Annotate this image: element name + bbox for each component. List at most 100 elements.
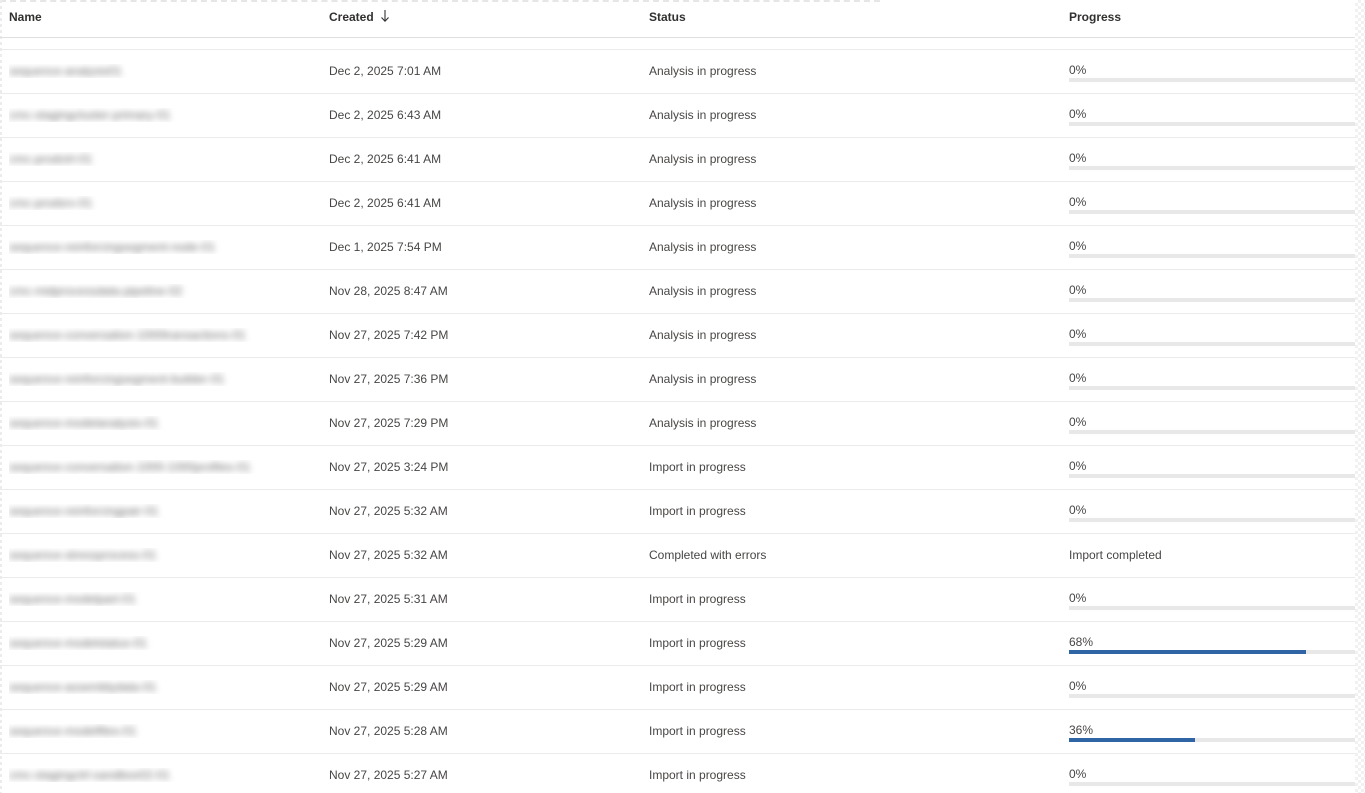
table-row[interactable]: sequence-conversation-1000transactions-0… <box>0 314 1355 358</box>
table-row[interactable]: sequence-reinforcingsegment-builder-01 No… <box>0 358 1355 402</box>
row-name-text: sequence-analysis01 <box>9 64 122 78</box>
progress-bar-track <box>1069 606 1355 610</box>
row-progress-cell: 0% <box>1069 63 1355 82</box>
table-row[interactable]: cmc-prodsrv-01 Dec 2, 2025 6:41 AM Analysi… <box>0 182 1355 226</box>
row-progress-percent: 0% <box>1069 371 1087 385</box>
row-progress-cell: 0% <box>1069 767 1355 786</box>
column-header-status[interactable]: Status <box>649 10 686 24</box>
row-progress-percent: 0% <box>1069 151 1087 165</box>
row-name-cell[interactable]: cmc-midprocessdata-pipeline-02 <box>9 284 294 298</box>
row-progress-percent: 68% <box>1069 635 1094 649</box>
table-row[interactable]: sequence-assemblydata-01 Nov 27, 2025 5:2… <box>0 666 1355 710</box>
progress-bar-track <box>1069 782 1355 786</box>
row-progress-cell: 0% <box>1069 679 1355 698</box>
row-progress-cell: 0% <box>1069 503 1355 522</box>
table-body: sequence-analysis01 Dec 2, 2025 7:01 AM An… <box>0 50 1355 793</box>
row-status-cell: Import in progress <box>649 768 746 782</box>
table-row[interactable]: cmc-stagingctrl-sandbox02-01 Nov 27, 2025… <box>0 754 1355 793</box>
row-name-text: cmc-midprocessdata-pipeline-02 <box>9 284 183 298</box>
row-progress-cell: 0% <box>1069 459 1355 478</box>
row-created-cell: Nov 27, 2025 5:32 AM <box>329 504 448 518</box>
row-status-cell: Analysis in progress <box>649 240 757 254</box>
row-progress-percent: 36% <box>1069 723 1094 737</box>
progress-bar-track <box>1069 78 1355 82</box>
row-name-cell[interactable]: sequence-modelanalysis-01 <box>9 416 294 430</box>
progress-bar-fill <box>1069 738 1195 742</box>
column-header-progress[interactable]: Progress <box>1069 10 1121 24</box>
progress-bar-track <box>1069 430 1355 434</box>
row-name-cell[interactable]: cmc-prodsrv-01 <box>9 196 294 210</box>
row-name-cell[interactable]: cmc-prodctrl-01 <box>9 152 294 166</box>
row-created-cell: Nov 27, 2025 5:29 AM <box>329 636 448 650</box>
row-progress-cell: 0% <box>1069 151 1355 170</box>
row-status-cell: Analysis in progress <box>649 372 757 386</box>
row-created-cell: Dec 2, 2025 7:01 AM <box>329 64 442 78</box>
row-name-text: sequence-conversation-1000-1000profiles-… <box>9 460 251 474</box>
row-progress-cell: 0% <box>1069 195 1355 214</box>
row-name-cell[interactable]: sequence-analysis01 <box>9 64 294 78</box>
column-header-name[interactable]: Name <box>9 10 42 24</box>
row-name-cell[interactable]: sequence-assemblydata-01 <box>9 680 294 694</box>
row-progress-percent: 0% <box>1069 679 1087 693</box>
column-header-created-label: Created <box>329 10 374 24</box>
table-row[interactable]: sequence-reinforcingsegment-node-01 Dec 1… <box>0 226 1355 270</box>
column-header-progress-label: Progress <box>1069 10 1122 24</box>
row-name-text: sequence-modelfiles-01 <box>9 724 137 738</box>
progress-bar-track <box>1069 738 1355 742</box>
row-created-cell: Nov 28, 2025 8:47 AM <box>329 284 448 298</box>
row-created-cell: Nov 27, 2025 5:32 AM <box>329 548 448 562</box>
row-progress-percent: 0% <box>1069 415 1087 429</box>
table-row[interactable]: sequence-stressprocess-01 Nov 27, 2025 5:… <box>0 534 1355 578</box>
row-name-text: sequence-conversation-1000transactions-0… <box>9 328 246 342</box>
row-progress-percent: 0% <box>1069 327 1087 341</box>
column-header-created[interactable]: Created <box>329 10 390 24</box>
progress-bar-fill <box>1069 650 1307 654</box>
row-name-cell[interactable]: cmc-stagingcluster-primary-01 <box>9 108 294 122</box>
row-name-cell[interactable]: sequence-conversation-1000transactions-0… <box>9 328 294 342</box>
row-status-cell: Import in progress <box>649 680 746 694</box>
import-jobs-page: Name Created Status Progress sequence-an… <box>0 0 1365 793</box>
row-name-text: sequence-reinforcingpair-01 <box>9 504 159 518</box>
row-name-text: sequence-modelstatus-01 <box>9 636 148 650</box>
row-status-cell: Analysis in progress <box>649 64 757 78</box>
row-name-text: sequence-assemblydata-01 <box>9 680 157 694</box>
row-progress-percent: 0% <box>1069 283 1087 297</box>
row-status-cell: Analysis in progress <box>649 328 757 342</box>
progress-bar-track <box>1069 650 1355 654</box>
progress-bar-track <box>1069 694 1355 698</box>
table-row[interactable]: sequence-modelfiles-01 Nov 27, 2025 5:28 … <box>0 710 1355 754</box>
row-name-text: cmc-stagingctrl-sandbox02-01 <box>9 768 170 782</box>
row-progress-status-text: Import completed <box>1069 548 1162 562</box>
progress-bar-track <box>1069 210 1355 214</box>
row-name-cell[interactable]: sequence-reinforcingsegment-node-01 <box>9 240 294 254</box>
row-name-cell[interactable]: sequence-reinforcingsegment-builder-01 <box>9 372 294 386</box>
table-row[interactable]: sequence-conversation-1000-1000profiles-… <box>0 446 1355 490</box>
table-row[interactable]: cmc-prodctrl-01 Dec 2, 2025 6:41 AM Analys… <box>0 138 1355 182</box>
row-progress-cell: Import completed <box>1069 547 1355 562</box>
row-name-cell[interactable]: cmc-stagingctrl-sandbox02-01 <box>9 768 294 782</box>
table-row[interactable]: cmc-stagingcluster-primary-01 Dec 2, 2025… <box>0 94 1355 138</box>
table-row[interactable]: sequence-analysis01 Dec 2, 2025 7:01 AM An… <box>0 50 1355 94</box>
table-header: Name Created Status Progress <box>0 0 1355 38</box>
table-row[interactable]: cmc-midprocessdata-pipeline-02 Nov 28, 20… <box>0 270 1355 314</box>
row-name-cell[interactable]: sequence-modelpart-01 <box>9 592 294 606</box>
row-name-cell[interactable]: sequence-modelfiles-01 <box>9 724 294 738</box>
table-row[interactable]: sequence-reinforcingpair-01 Nov 27, 2025 … <box>0 490 1355 534</box>
row-created-cell: Nov 27, 2025 5:29 AM <box>329 680 448 694</box>
table-row[interactable]: sequence-modelanalysis-01 Nov 27, 2025 7:… <box>0 402 1355 446</box>
row-name-cell[interactable]: sequence-conversation-1000-1000profiles-… <box>9 460 294 474</box>
row-progress-percent: 0% <box>1069 239 1087 253</box>
table-row[interactable]: sequence-modelstatus-01 Nov 27, 2025 5:29… <box>0 622 1355 666</box>
row-name-cell[interactable]: sequence-reinforcingpair-01 <box>9 504 294 518</box>
table-row[interactable]: sequence-modelpart-01 Nov 27, 2025 5:31 A… <box>0 578 1355 622</box>
row-name-cell[interactable]: sequence-modelstatus-01 <box>9 636 294 650</box>
progress-bar-track <box>1069 122 1355 126</box>
row-created-cell: Nov 27, 2025 5:28 AM <box>329 724 448 738</box>
row-created-cell: Nov 27, 2025 7:36 PM <box>329 372 449 386</box>
row-name-text: cmc-stagingcluster-primary-01 <box>9 108 171 122</box>
row-progress-cell: 36% <box>1069 723 1355 742</box>
row-status-cell: Analysis in progress <box>649 152 757 166</box>
row-progress-cell: 68% <box>1069 635 1355 654</box>
row-name-text: cmc-prodctrl-01 <box>9 152 93 166</box>
row-name-cell[interactable]: sequence-stressprocess-01 <box>9 548 294 562</box>
